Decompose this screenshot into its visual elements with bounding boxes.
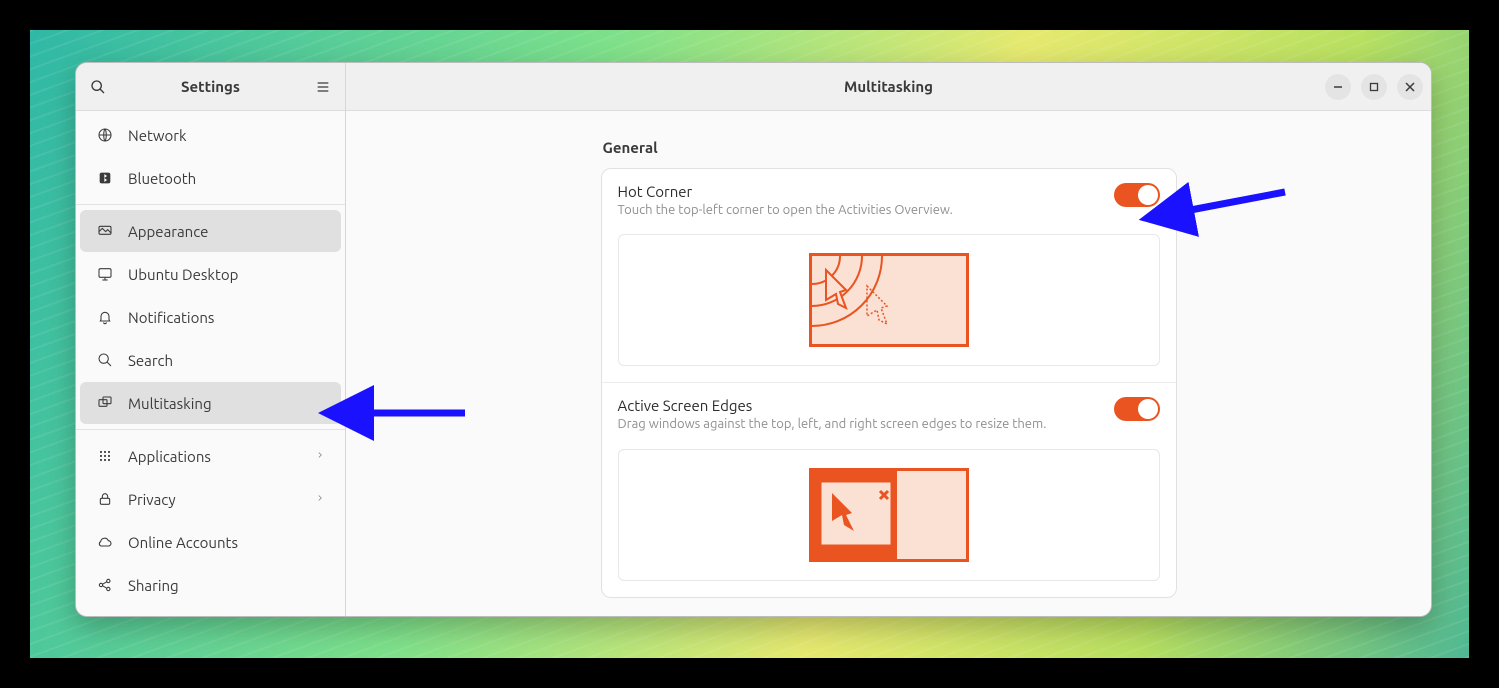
sidebar-item-search[interactable]: Search [80, 339, 341, 381]
switch-knob [1138, 185, 1158, 205]
sidebar-item-privacy[interactable]: Privacy [80, 478, 341, 520]
sidebar-title: Settings [181, 78, 240, 95]
sidebar-item-ubuntu-desktop[interactable]: Ubuntu Desktop [80, 253, 341, 295]
divider [76, 429, 345, 430]
sidebar-item-label: Multitasking [128, 395, 325, 412]
sidebar-item-bluetooth[interactable]: Bluetooth [80, 157, 341, 199]
sidebar-item-applications[interactable]: Applications [80, 435, 341, 477]
chevron-right-icon [315, 448, 325, 465]
sidebar: Settings Network [76, 63, 346, 616]
sidebar-item-label: Notifications [128, 309, 325, 326]
sidebar-item-label: Online Accounts [128, 534, 325, 551]
row-hot-corner: Hot Corner Touch the top-left corner to … [602, 169, 1176, 383]
sidebar-item-multitasking[interactable]: Multitasking [80, 382, 341, 424]
hot-corner-switch[interactable] [1114, 183, 1160, 207]
row-desc: Drag windows against the top, left, and … [618, 416, 1098, 432]
main-header: Multitasking [346, 63, 1431, 111]
row-active-screen-edges: Active Screen Edges Drag windows against… [602, 383, 1176, 596]
sidebar-item-sharing[interactable]: Sharing [80, 564, 341, 606]
minimize-icon [1333, 82, 1343, 92]
row-title: Active Screen Edges [618, 397, 1098, 414]
sidebar-item-label: Search [128, 352, 325, 369]
section-title-general: General [603, 139, 1177, 156]
sidebar-item-label: Sharing [128, 577, 325, 594]
sidebar-item-label: Appearance [128, 223, 325, 240]
sidebar-item-appearance[interactable]: Appearance [80, 210, 341, 252]
appearance-icon [96, 222, 114, 240]
hamburger-icon [315, 79, 331, 95]
general-card: Hot Corner Touch the top-left corner to … [601, 168, 1177, 598]
sidebar-item-label: Privacy [128, 491, 301, 508]
sidebar-item-label: Ubuntu Desktop [128, 266, 325, 283]
bell-icon [96, 308, 114, 326]
sidebar-item-network[interactable]: Network [80, 114, 341, 156]
search-button[interactable] [84, 73, 112, 101]
sidebar-item-label: Bluetooth [128, 170, 325, 187]
bluetooth-icon [96, 169, 114, 187]
sidebar-item-online-accounts[interactable]: Online Accounts [80, 521, 341, 563]
sidebar-header: Settings [76, 63, 345, 111]
network-icon [96, 126, 114, 144]
main-area: Multitasking General [346, 63, 1431, 616]
lock-icon [96, 490, 114, 508]
desktop-icon [96, 265, 114, 283]
desktop-wallpaper: Settings Network [30, 30, 1469, 658]
cloud-icon [96, 533, 114, 551]
row-desc: Touch the top-left corner to open the Ac… [618, 202, 1098, 218]
search-icon [96, 351, 114, 369]
apps-icon [96, 447, 114, 465]
close-button[interactable] [1397, 74, 1423, 100]
chevron-right-icon [315, 491, 325, 508]
maximize-button[interactable] [1361, 74, 1387, 100]
sidebar-item-label: Applications [128, 448, 301, 465]
multitasking-icon [96, 394, 114, 412]
active-edges-switch[interactable] [1114, 397, 1160, 421]
menu-button[interactable] [309, 73, 337, 101]
row-title: Hot Corner [618, 183, 1098, 200]
page-title: Multitasking [844, 78, 933, 95]
content[interactable]: General Hot Corner Touch the top-left co… [346, 111, 1431, 616]
hot-corner-illustration [618, 234, 1160, 366]
close-icon [1405, 82, 1415, 92]
sidebar-list[interactable]: Network Bluetooth App [76, 111, 345, 616]
share-icon [96, 576, 114, 594]
settings-window: Settings Network [75, 62, 1432, 617]
sidebar-item-notifications[interactable]: Notifications [80, 296, 341, 338]
maximize-icon [1369, 82, 1379, 92]
switch-knob [1138, 399, 1158, 419]
active-edges-illustration [618, 449, 1160, 581]
search-icon [90, 79, 106, 95]
sidebar-item-label: Network [128, 127, 325, 144]
window-controls [1325, 63, 1423, 110]
divider [76, 204, 345, 205]
minimize-button[interactable] [1325, 74, 1351, 100]
